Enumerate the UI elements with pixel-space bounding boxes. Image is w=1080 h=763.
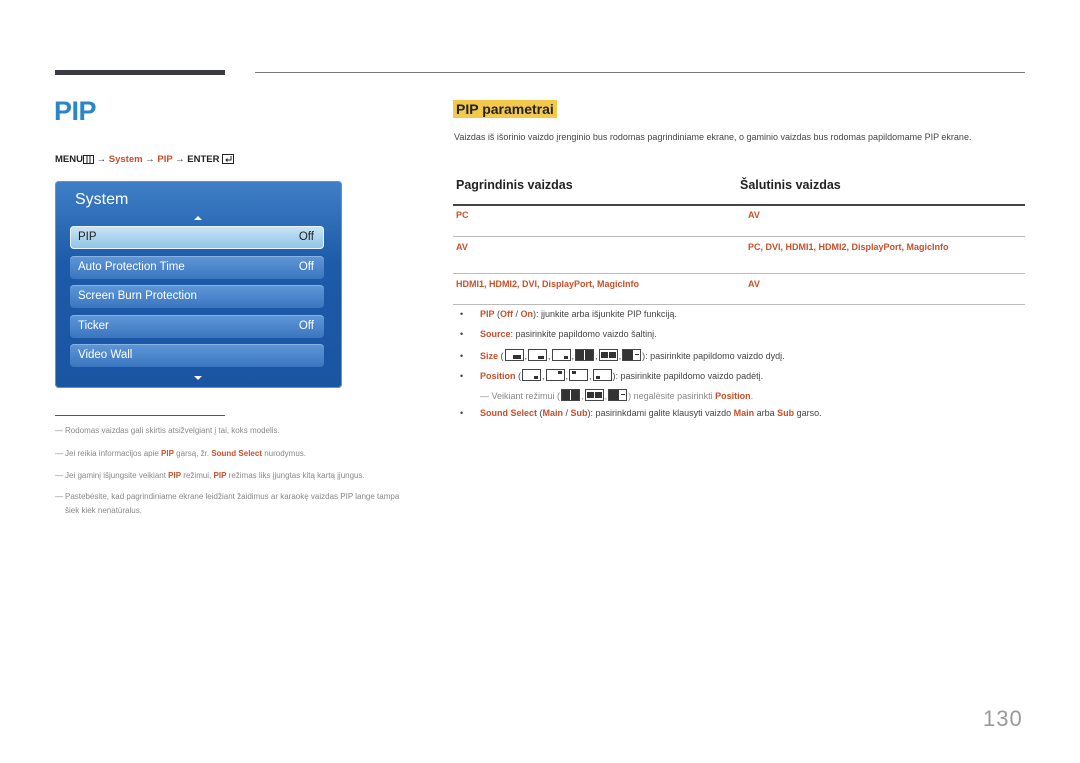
table-header-rule	[453, 204, 1025, 206]
table-cell: AV	[456, 242, 468, 252]
osd-item-screen-burn-protection[interactable]: Screen Burn Protection	[70, 285, 324, 308]
osd-item-label: Auto Protection Time	[78, 261, 185, 273]
osd-item-value: Off	[298, 320, 314, 332]
table-cell: AV	[748, 210, 760, 220]
osd-item-label: PIP	[78, 231, 97, 243]
arrow: →	[145, 154, 155, 165]
size-large-icon	[504, 349, 524, 361]
size-split-double-icon	[598, 349, 618, 361]
arrow: →	[175, 154, 185, 165]
table-cell: PC	[456, 210, 469, 220]
header-rule	[255, 72, 1025, 73]
footnote-4: ― Pastebėsite, kad pagrindiniame ekrane l…	[55, 492, 400, 515]
bullet-size: • Size (,,,,,): pasirinkite papildomo vai…	[460, 349, 785, 361]
section-title: PIP parametrai	[453, 100, 557, 118]
section-intro: Vaizdas iš išorinio vaizdo įrenginio bus…	[454, 132, 972, 142]
table-cell: HDMI1, HDMI2, DVI, DisplayPort, MagicInf…	[456, 279, 640, 289]
bullet-position: • Position (,,,): pasirinkite papildomo v…	[460, 369, 764, 381]
path-system: System	[108, 154, 143, 165]
size-split-double-icon	[584, 389, 604, 401]
osd-system-menu: System PIP Off Auto Protection Time Off …	[55, 181, 342, 388]
size-split-equal-icon	[561, 389, 581, 401]
footnote-2: ― Jei reikia informacijos apie PIP garsą,…	[55, 449, 307, 458]
page-title: PIP	[54, 96, 97, 126]
header-bar-thick	[55, 70, 225, 75]
table-row-rule	[453, 304, 1025, 305]
osd-title: System	[75, 191, 129, 208]
osd-item-value: Off	[298, 261, 314, 273]
menu-icon	[82, 154, 94, 164]
position-top-right-icon	[545, 369, 565, 381]
table-cell: AV	[748, 279, 760, 289]
size-split-unequal-icon	[622, 349, 642, 361]
position-note: ― Veikiant režimui (,,) negalėsite pasir…	[480, 389, 754, 401]
menu-path: MENU → System → PIP → ENTER	[55, 154, 235, 165]
size-split-unequal-icon	[608, 389, 628, 401]
path-pip: PIP	[157, 154, 173, 165]
sound-select-link: Sound Select	[211, 449, 262, 458]
osd-item-label: Ticker	[78, 320, 109, 332]
footnote-rule	[55, 415, 225, 416]
position-top-left-icon	[569, 369, 589, 381]
osd-item-video-wall[interactable]: Video Wall	[70, 344, 324, 367]
page-number: 130	[983, 706, 1023, 731]
osd-item-label: Video Wall	[78, 349, 133, 361]
position-bottom-left-icon	[592, 369, 612, 381]
bullet-sound-select: • Sound Select (Main / Sub): pasirinkdami…	[460, 408, 822, 418]
table-header-sub: Šalutinis vaizdas	[740, 178, 841, 192]
table-row-rule	[453, 236, 1025, 237]
enter-icon	[222, 154, 235, 165]
footnote-1: ― Rodomas vaizdas gali skirtis atsižvelgi…	[55, 426, 280, 435]
bullet-pip: • PIP (Off / On): įjunkite arba išjunkite…	[460, 309, 677, 319]
size-split-equal-icon	[575, 349, 595, 361]
enter-label: ENTER	[187, 154, 220, 165]
scroll-up-icon[interactable]	[194, 216, 202, 220]
osd-item-label: Screen Burn Protection	[78, 290, 197, 302]
position-bottom-right-icon	[522, 369, 541, 381]
footnote-3: ― Jei gaminį išjungsite veikiant PIP reži…	[55, 471, 365, 480]
osd-item-ticker[interactable]: Ticker Off	[70, 315, 324, 338]
osd-item-pip[interactable]: PIP Off	[70, 226, 324, 249]
bullet-source: • Source: pasirinkite papildomo vaizdo ša…	[460, 329, 657, 339]
osd-item-value: Off	[298, 231, 314, 243]
size-medium-icon	[528, 349, 548, 361]
menu-label: MENU	[55, 154, 83, 165]
table-row-rule	[453, 273, 1025, 274]
scroll-down-icon[interactable]	[194, 376, 202, 380]
size-small-icon	[551, 349, 571, 361]
osd-item-auto-protection-time[interactable]: Auto Protection Time Off	[70, 256, 324, 279]
table-header-main: Pagrindinis vaizdas	[456, 178, 573, 192]
arrow: →	[96, 154, 107, 165]
table-cell: PC, DVI, HDMI1, HDMI2, DisplayPort, Magi…	[748, 242, 949, 252]
